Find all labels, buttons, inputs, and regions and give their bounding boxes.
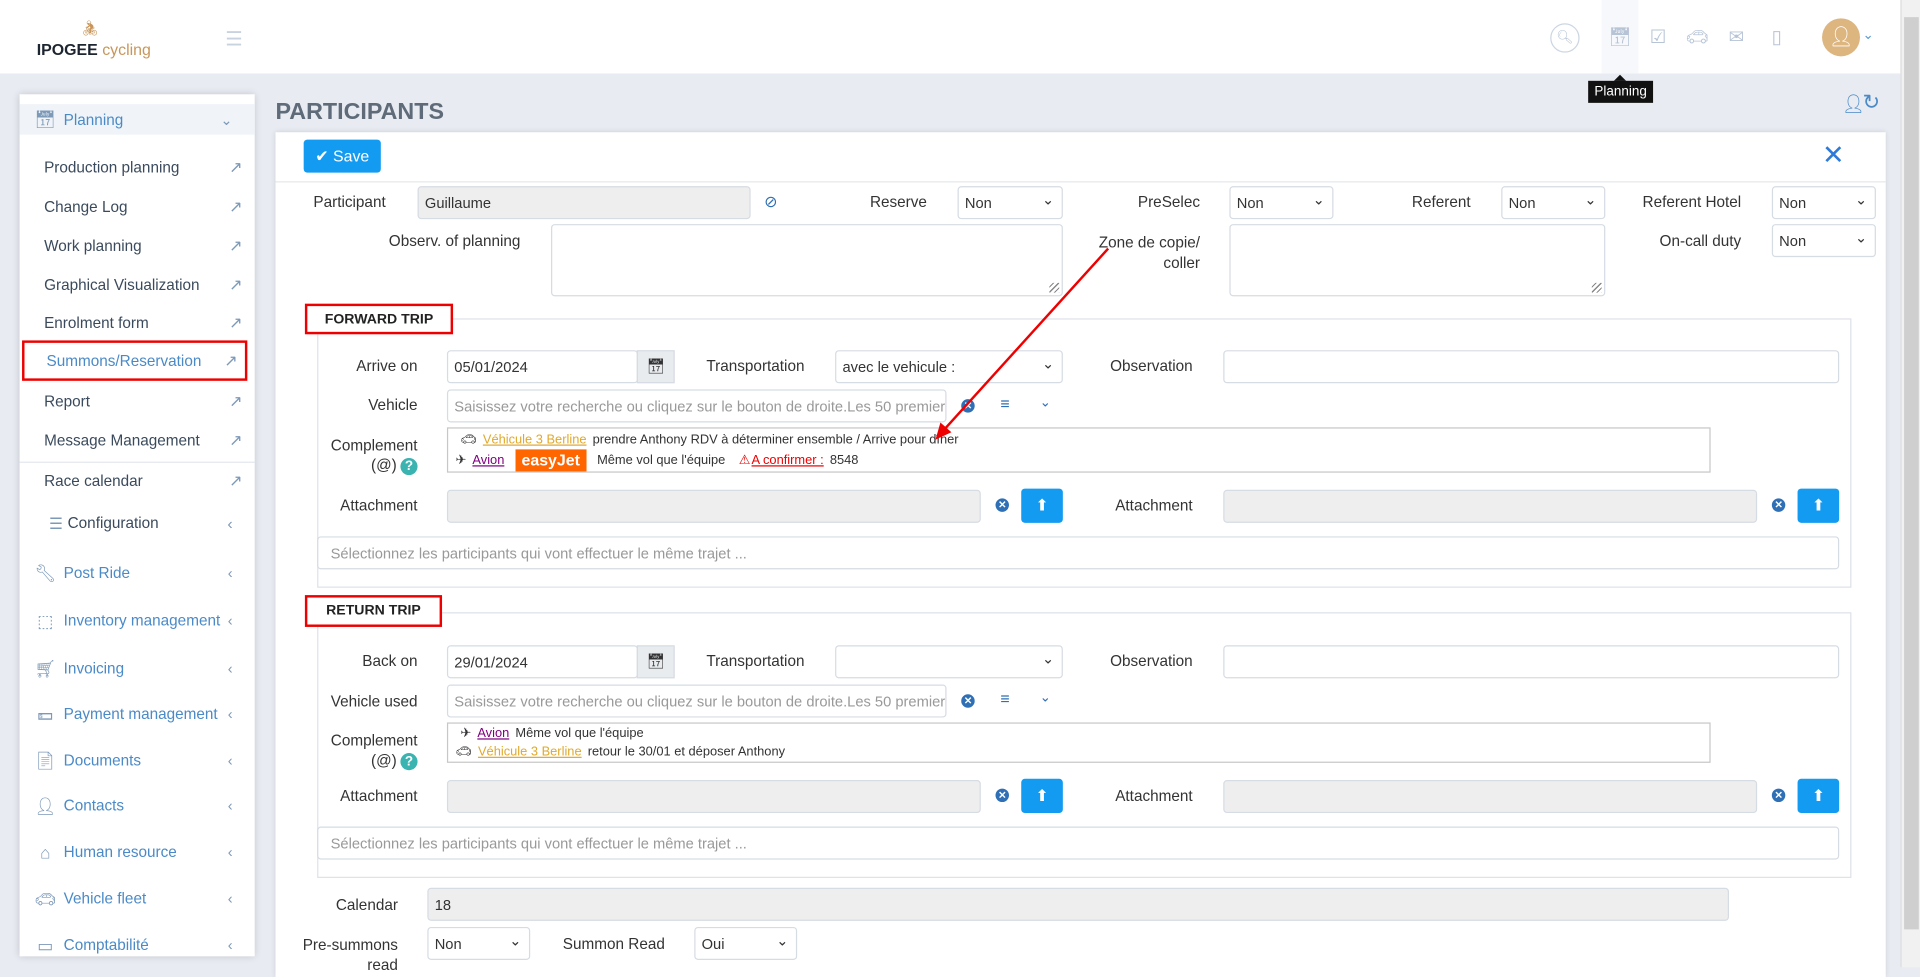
- annotation-arrow: [935, 247, 1110, 440]
